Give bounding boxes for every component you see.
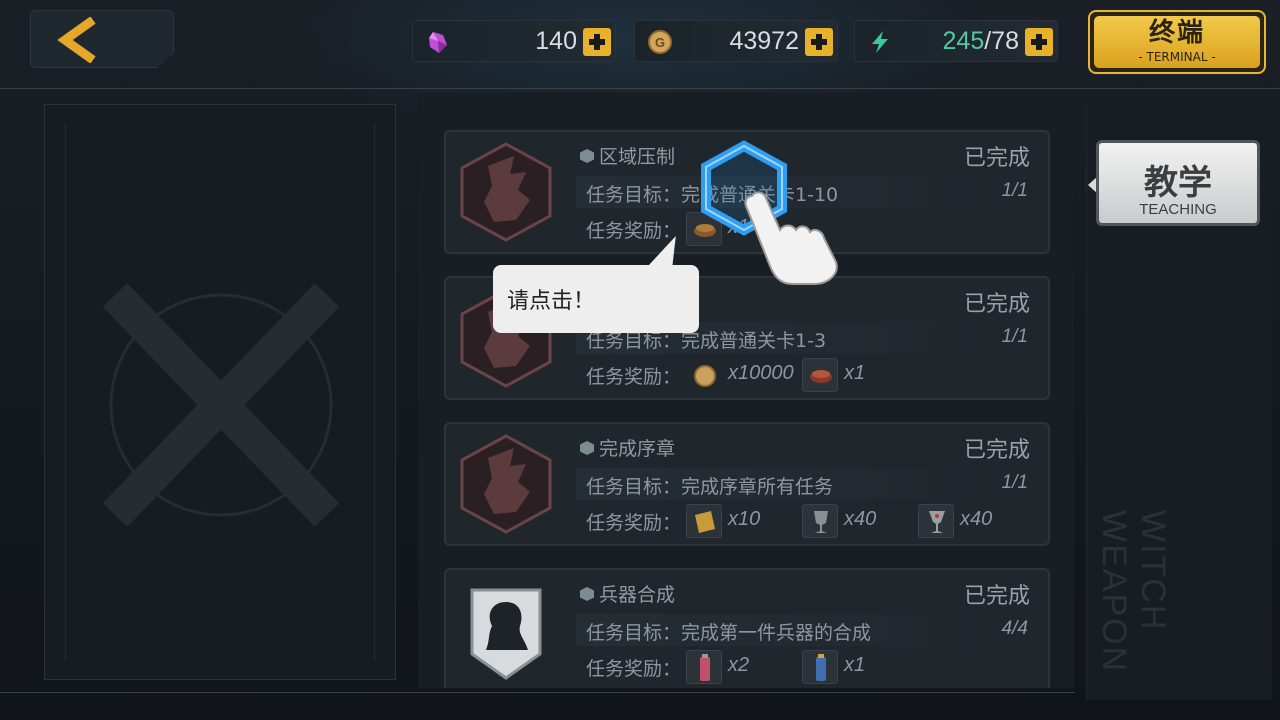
footer-divider bbox=[0, 692, 1075, 693]
reward-quantity: x40 bbox=[844, 508, 877, 530]
mission-emblem-icon bbox=[460, 434, 552, 534]
gold-counter: G 43972 bbox=[634, 20, 838, 62]
reward-quantity: x1 bbox=[844, 654, 866, 676]
teaching-label-zh: 教学 bbox=[1144, 163, 1212, 203]
mission-goal-row: 任务目标：完成第一件兵器的合成 4/4 bbox=[576, 614, 1036, 646]
teaching-label-en: TEACHING bbox=[1139, 201, 1217, 218]
lightning-icon bbox=[872, 31, 888, 53]
add-crystal-button[interactable] bbox=[583, 28, 611, 56]
goal-label: 任务目标： bbox=[586, 330, 682, 352]
mission-title-text: 完成序章 bbox=[599, 438, 676, 460]
terminal-button[interactable]: 终端 - TERMINAL - bbox=[1088, 10, 1266, 74]
cube-icon bbox=[580, 441, 594, 455]
scroll-icon bbox=[686, 504, 722, 538]
cube-icon bbox=[580, 149, 594, 163]
pointing-hand-icon bbox=[744, 191, 838, 285]
mission-emblem-icon bbox=[460, 142, 552, 242]
reward-label: 任务奖励： bbox=[586, 658, 682, 680]
mission-progress: 1/1 bbox=[1001, 326, 1028, 347]
gold-coin-icon bbox=[686, 358, 722, 392]
reward-quantity: x2 bbox=[728, 654, 750, 676]
mission-progress: 1/1 bbox=[1001, 180, 1028, 201]
teaching-tab[interactable]: 教学 TEACHING bbox=[1096, 140, 1260, 226]
back-button[interactable] bbox=[30, 10, 174, 68]
goal-label: 任务目标： bbox=[586, 184, 682, 206]
add-energy-button[interactable] bbox=[1025, 28, 1053, 56]
mission-title: 完成序章 bbox=[580, 434, 675, 461]
mission-reward-row: 任务奖励： x10000 x1 bbox=[576, 358, 1036, 392]
tutorial-tooltip: 请点击！ bbox=[493, 265, 699, 333]
goal-label: 任务目标： bbox=[586, 476, 682, 498]
tooltip-text: 请点击！ bbox=[507, 289, 596, 314]
header-divider bbox=[0, 88, 1280, 89]
add-gold-button[interactable] bbox=[805, 28, 833, 56]
mission-goal: 任务目标：完成序章所有任务 bbox=[586, 472, 833, 499]
goblet-icon bbox=[918, 504, 954, 538]
reward-quantity: x1 bbox=[844, 362, 866, 384]
reward-quantity: x40 bbox=[960, 508, 993, 530]
mission-goal-row: 任务目标：完成序章所有任务 1/1 bbox=[576, 468, 1036, 500]
mission-reward-row: 任务奖励： x2 x1 bbox=[576, 650, 1036, 684]
mission-status: 已完成 bbox=[963, 584, 1030, 609]
trophy-icon bbox=[802, 504, 838, 538]
goal-label: 任务目标： bbox=[586, 622, 682, 644]
silhouette-emblem-icon bbox=[470, 588, 542, 680]
crystal-counter: 140 bbox=[412, 20, 616, 62]
crystal-icon bbox=[429, 32, 447, 53]
mission-title-text: 区域压制 bbox=[599, 146, 676, 168]
exp-potion-blue-icon bbox=[802, 650, 838, 684]
svg-text:G: G bbox=[655, 35, 665, 50]
mission-card[interactable]: 完成序章 已完成 任务目标：完成序章所有任务 1/1 任务奖励： x10 x40 bbox=[444, 422, 1050, 546]
energy-counter: 245/78 bbox=[854, 20, 1058, 62]
mission-progress: 1/1 bbox=[1001, 472, 1028, 493]
crystal-value: 140 bbox=[535, 27, 577, 55]
goal-text: 完成第一件兵器的合成 bbox=[681, 622, 872, 644]
reward-quantity: x10000 bbox=[728, 362, 794, 384]
energy-value: 245/78 bbox=[943, 27, 1019, 56]
gold-coin-icon: G bbox=[648, 30, 672, 54]
exp-potion-red-icon bbox=[686, 650, 722, 684]
detail-panel bbox=[44, 104, 396, 680]
gold-value: 43972 bbox=[729, 27, 799, 55]
mission-title: 兵器合成 bbox=[580, 580, 675, 607]
terminal-label-zh: 终端 bbox=[1148, 18, 1205, 48]
ration-icon bbox=[802, 358, 838, 392]
mission-reward-row: 任务奖励： x10 x40 x40 bbox=[576, 504, 1036, 538]
mission-title: 区域压制 bbox=[580, 142, 675, 169]
mission-title-text: 兵器合成 bbox=[599, 584, 676, 606]
reward-label: 任务奖励： bbox=[586, 366, 682, 388]
mission-status: 已完成 bbox=[963, 292, 1030, 317]
mission-status: 已完成 bbox=[963, 438, 1030, 463]
mission-progress: 4/4 bbox=[1001, 618, 1028, 639]
reward-label: 任务奖励： bbox=[586, 512, 682, 534]
goal-text: 完成序章所有任务 bbox=[681, 476, 834, 498]
mission-goal: 任务目标：完成第一件兵器的合成 bbox=[586, 618, 871, 645]
side-watermark: WITCH WEAPON bbox=[1095, 510, 1172, 674]
cube-icon bbox=[580, 587, 594, 601]
reward-quantity: x10 bbox=[728, 508, 761, 530]
terminal-label-en: - TERMINAL - bbox=[1138, 50, 1216, 64]
terminal-button-face: 终端 - TERMINAL - bbox=[1094, 16, 1260, 68]
mission-card[interactable]: 兵器合成 已完成 任务目标：完成第一件兵器的合成 4/4 任务奖励： x2 x1 bbox=[444, 568, 1050, 688]
mission-status: 已完成 bbox=[963, 146, 1030, 171]
aegis-emblem-icon bbox=[102, 283, 340, 527]
chevron-left-icon bbox=[57, 17, 96, 63]
goal-text: 完成普通关卡1-3 bbox=[681, 330, 827, 352]
energy-max: /78 bbox=[984, 27, 1019, 55]
energy-current: 245 bbox=[942, 27, 985, 55]
